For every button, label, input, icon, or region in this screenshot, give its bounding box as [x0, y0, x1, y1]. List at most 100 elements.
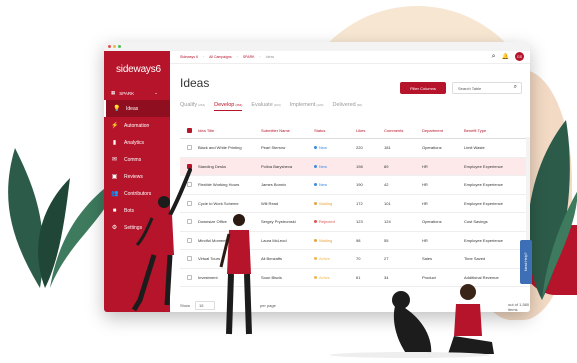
likes-cell: 123 [356, 219, 363, 225]
submitter-cell: Sergey Prystromski [261, 219, 296, 225]
sidebar-item-analytics[interactable]: ▮ Analytics [104, 134, 170, 151]
scrollbar[interactable] [526, 137, 530, 257]
table-row[interactable]: Flexible Working Hours James Bonnix New 190… [180, 176, 530, 195]
table-row[interactable]: Black and White Printing Pearl Sterrow New… [180, 139, 530, 158]
column-header[interactable]: Likes [356, 128, 384, 133]
department-cell: HR [422, 200, 428, 206]
status-dot [314, 201, 317, 205]
search-icon[interactable]: ⌕ [492, 53, 496, 61]
column-header[interactable]: Status [314, 128, 356, 133]
sidebar-item-label: Analytics [124, 139, 145, 146]
plant-left-illustration [8, 148, 118, 288]
space-name: SPARK [119, 90, 135, 96]
sidebar-item-automation[interactable]: ⚡ Automation [104, 117, 170, 134]
status-label: New [319, 163, 328, 169]
table-header: Idea Title Submitter Name Status Likes C… [180, 123, 530, 139]
likes-cell: 98 [356, 237, 361, 243]
tab-develop[interactable]: Develop(254) [214, 102, 243, 111]
top-icons: ⌕ 🔔 GS [492, 52, 524, 61]
automation-icon: ⚡ [111, 123, 119, 129]
column-header[interactable]: Benefit Type [464, 128, 524, 133]
avatar[interactable]: GS [515, 52, 524, 61]
submitter-cell: Will Read [261, 200, 279, 206]
page-size-select[interactable]: 15 [195, 301, 216, 310]
sidebar-item-label: Ideas [126, 105, 139, 112]
tab-implement[interactable]: Implement(129) [290, 102, 324, 111]
benefit-cell: Employee Experience [464, 163, 503, 169]
status-label: Rejected [319, 219, 335, 225]
comments-cell: 101 [384, 200, 391, 206]
benefit-cell: Employee Experience [464, 182, 503, 188]
column-header[interactable]: Comments [384, 128, 422, 133]
submitter-cell: Soon Biscis [261, 274, 282, 280]
table-row[interactable]: Cycle to Work Scheme Will Read Waiting 172 1… [180, 195, 530, 213]
status-dot [314, 146, 317, 150]
comments-cell: 124 [384, 219, 391, 225]
grid-icon: ▦ [111, 90, 116, 95]
department-cell: Operations [422, 219, 442, 225]
sidebar-item-label: Automation [124, 122, 150, 129]
window-close-dot[interactable] [108, 45, 111, 48]
submitter-cell: Polina Barysheva [261, 163, 293, 169]
checkbox-cell [180, 145, 198, 151]
status-label: New [319, 182, 328, 188]
breadcrumb-item[interactable]: All Campaigns [209, 55, 232, 59]
logo: sideways6 [116, 64, 161, 75]
search-icon: ⌕ [513, 84, 517, 90]
likes-cell: 220 [356, 145, 363, 151]
status-cell: Active [314, 256, 356, 261]
column-header[interactable]: Department [422, 128, 464, 133]
tab-qualify[interactable]: Qualify(264) [180, 102, 205, 111]
window-maximize-dot[interactable] [118, 45, 121, 48]
status-dot [314, 257, 317, 261]
breadcrumb: Sideways 6 › All Campaigns › SPARK › Ideas … [170, 51, 530, 64]
status-cell: Active [314, 275, 356, 280]
column-header[interactable]: Idea Title [198, 128, 261, 133]
breadcrumb-item[interactable]: Sideways 6 [180, 55, 198, 59]
space-selector[interactable]: ▦ SPARK ⌄ [111, 90, 170, 96]
status-label: New [319, 145, 328, 151]
window-titlebar [104, 42, 530, 51]
page-title: Ideas [180, 76, 210, 90]
column-header[interactable]: Submitter Name [261, 128, 314, 133]
status-label: Waiting [319, 237, 333, 243]
idea-title-cell: Flexible Working Hours [198, 182, 240, 188]
comments-cell: 89 [384, 163, 389, 169]
tab-evaluate[interactable]: Evaluate(103) [251, 102, 280, 111]
likes-cell: 172 [356, 200, 363, 206]
sitting-woman-illustration [448, 284, 494, 354]
status-label: Waiting [319, 200, 333, 206]
status-dot [314, 238, 317, 242]
need-help-button[interactable]: Need Help? [520, 240, 532, 284]
search-placeholder: Search Table [458, 85, 482, 91]
ground-shadow [330, 352, 490, 358]
comments-cell: 181 [384, 145, 391, 151]
benefit-cell: Employee Experience [464, 200, 503, 206]
filter-columns-button[interactable]: Filter Columns [400, 82, 446, 94]
select-all-checkbox[interactable] [186, 128, 192, 133]
submitter-cell: Ali Benzaffs [261, 256, 283, 262]
status-cell: Rejected [314, 219, 356, 224]
man-illustration [219, 214, 252, 335]
table-row[interactable]: Standing Desks Polina Barysheva New 198 89 HR… [180, 157, 530, 176]
comments-cell: 27 [384, 256, 389, 262]
benefit-cell: Limit Waste [464, 145, 485, 151]
submitter-cell: James Bonnix [261, 182, 287, 188]
breadcrumb-item[interactable]: SPARK [243, 55, 255, 59]
department-cell: Sales [422, 256, 433, 262]
status-cell: New [314, 145, 356, 150]
benefit-cell: Additional Revenue [464, 274, 499, 280]
lightbulb-icon: 💡 [113, 106, 121, 112]
search-input[interactable]: Search Table ⌕ [452, 82, 522, 94]
bell-icon[interactable]: 🔔 [502, 53, 509, 60]
sidebar-item-ideas[interactable]: 💡 Ideas [104, 100, 170, 117]
row-checkbox[interactable] [186, 145, 192, 151]
status-label: Active [319, 256, 330, 262]
comments-cell: 34 [384, 274, 389, 280]
comments-cell: 55 [384, 237, 389, 243]
status-label: Active [319, 274, 330, 280]
benefit-cell: Employee Experience [464, 237, 503, 243]
submitter-cell: Pearl Sterrow [261, 145, 286, 151]
tab-delivered[interactable]: Delivered(66) [332, 102, 362, 111]
window-minimize-dot[interactable] [113, 45, 116, 48]
